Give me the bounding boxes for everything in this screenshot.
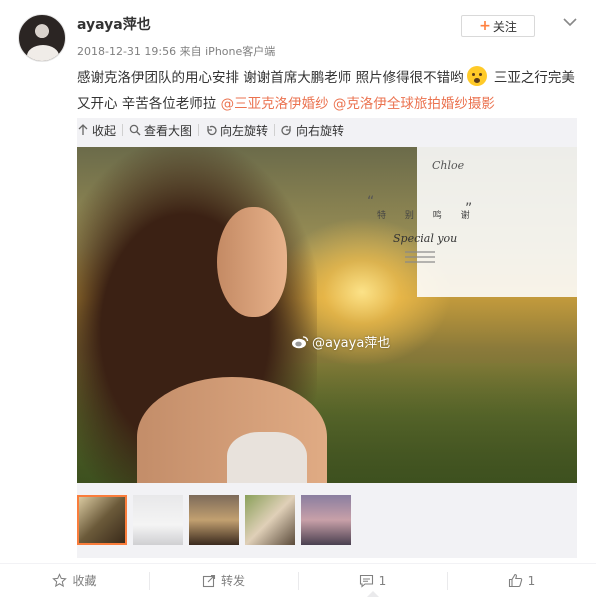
collapse-icon bbox=[78, 124, 88, 135]
post-meta: 2018-12-31 19:56 来自 iPhone客户端 bbox=[77, 43, 275, 59]
post-text: 感谢克洛伊团队的用心安排 谢谢首席大鹏老师 照片修得很不错哟 三亚之行完美又开心… bbox=[77, 65, 577, 117]
main-photo[interactable]: Chloe “ 特 别 鸣 谢 ” Special you @ayaya萍也 bbox=[77, 147, 577, 483]
repost-icon bbox=[202, 574, 216, 587]
photo-face bbox=[217, 207, 287, 317]
comment-button[interactable]: 1 bbox=[298, 564, 447, 597]
thumbnail-3[interactable] bbox=[189, 495, 239, 545]
repost-button[interactable]: 转发 bbox=[149, 564, 298, 597]
thumbs-up-icon bbox=[508, 573, 522, 588]
rotate-left-button[interactable]: 向左旋转 bbox=[205, 122, 268, 139]
avatar[interactable] bbox=[18, 14, 66, 62]
like-count: 1 bbox=[527, 573, 536, 588]
overlay-text-lines bbox=[405, 251, 435, 266]
collapse-label: 收起 bbox=[92, 123, 117, 138]
overlay-brand: Chloe bbox=[432, 159, 465, 172]
overlay-quote-left: “ bbox=[367, 194, 375, 210]
toolbar-divider bbox=[274, 124, 276, 136]
rotate-right-label: 向右旋转 bbox=[296, 123, 345, 138]
plus-icon: + bbox=[479, 18, 491, 34]
toolbar-divider bbox=[198, 124, 200, 136]
favorite-label: 收藏 bbox=[72, 574, 97, 588]
photo-dress bbox=[227, 432, 307, 483]
mention-link-sanya[interactable]: @三亚克洛伊婚纱 bbox=[221, 96, 329, 112]
overlay-subtitle: Special you bbox=[393, 232, 458, 245]
collapse-button[interactable]: 收起 bbox=[77, 122, 116, 139]
like-button[interactable]: 1 bbox=[447, 564, 596, 597]
mention-link-global[interactable]: @克洛伊全球旅拍婚纱摄影 bbox=[333, 96, 495, 112]
rotate-right-button[interactable]: 向右旋转 bbox=[281, 122, 344, 139]
watermark-text: @ayaya萍也 bbox=[312, 336, 391, 351]
view-large-button[interactable]: 查看大图 bbox=[129, 122, 192, 139]
thumbnail-1[interactable] bbox=[77, 495, 127, 545]
chevron-down-icon[interactable] bbox=[562, 14, 578, 30]
zoom-icon bbox=[129, 124, 141, 136]
thumbnail-5[interactable] bbox=[301, 495, 351, 545]
action-bar: 收藏 转发 1 1 bbox=[0, 563, 596, 597]
favorite-button[interactable]: 收藏 bbox=[0, 564, 149, 597]
thumbnail-2[interactable] bbox=[133, 495, 183, 545]
overlay-title: 特 别 鸣 谢 bbox=[377, 211, 478, 221]
follow-label: 关注 bbox=[492, 19, 517, 34]
username[interactable]: ayaya萍也 bbox=[77, 14, 151, 34]
media-panel: 收起 查看大图 向左旋转 向右旋转 Chloe “ 特 别 鸣 谢 ” Spec… bbox=[77, 118, 577, 558]
post-text-part1: 感谢克洛伊团队的用心安排 谢谢首席大鹏老师 照片修得很不错哟 bbox=[77, 70, 464, 86]
shocked-emoji-icon bbox=[466, 66, 487, 86]
overlay-quote-right: ” bbox=[465, 201, 473, 217]
timestamp[interactable]: 2018-12-31 19:56 bbox=[77, 45, 176, 58]
image-toolbar: 收起 查看大图 向左旋转 向右旋转 bbox=[77, 118, 350, 142]
repost-label: 转发 bbox=[220, 574, 245, 588]
star-icon bbox=[52, 573, 68, 588]
comment-count: 1 bbox=[378, 573, 387, 588]
source-client[interactable]: iPhone客户端 bbox=[205, 45, 275, 58]
weibo-logo-icon bbox=[292, 335, 309, 348]
thumbnail-4[interactable] bbox=[245, 495, 295, 545]
follow-button[interactable]: + 关注 bbox=[461, 15, 535, 37]
source-prefix: 来自 bbox=[179, 45, 202, 58]
rotate-left-icon bbox=[207, 125, 217, 136]
toolbar-divider bbox=[122, 124, 124, 136]
rotate-right-icon bbox=[281, 125, 291, 136]
thumbnail-strip bbox=[77, 495, 357, 545]
comment-icon bbox=[359, 574, 373, 588]
photo-watermark: @ayaya萍也 bbox=[291, 332, 390, 351]
view-large-label: 查看大图 bbox=[144, 123, 193, 138]
rotate-left-label: 向左旋转 bbox=[220, 123, 269, 138]
